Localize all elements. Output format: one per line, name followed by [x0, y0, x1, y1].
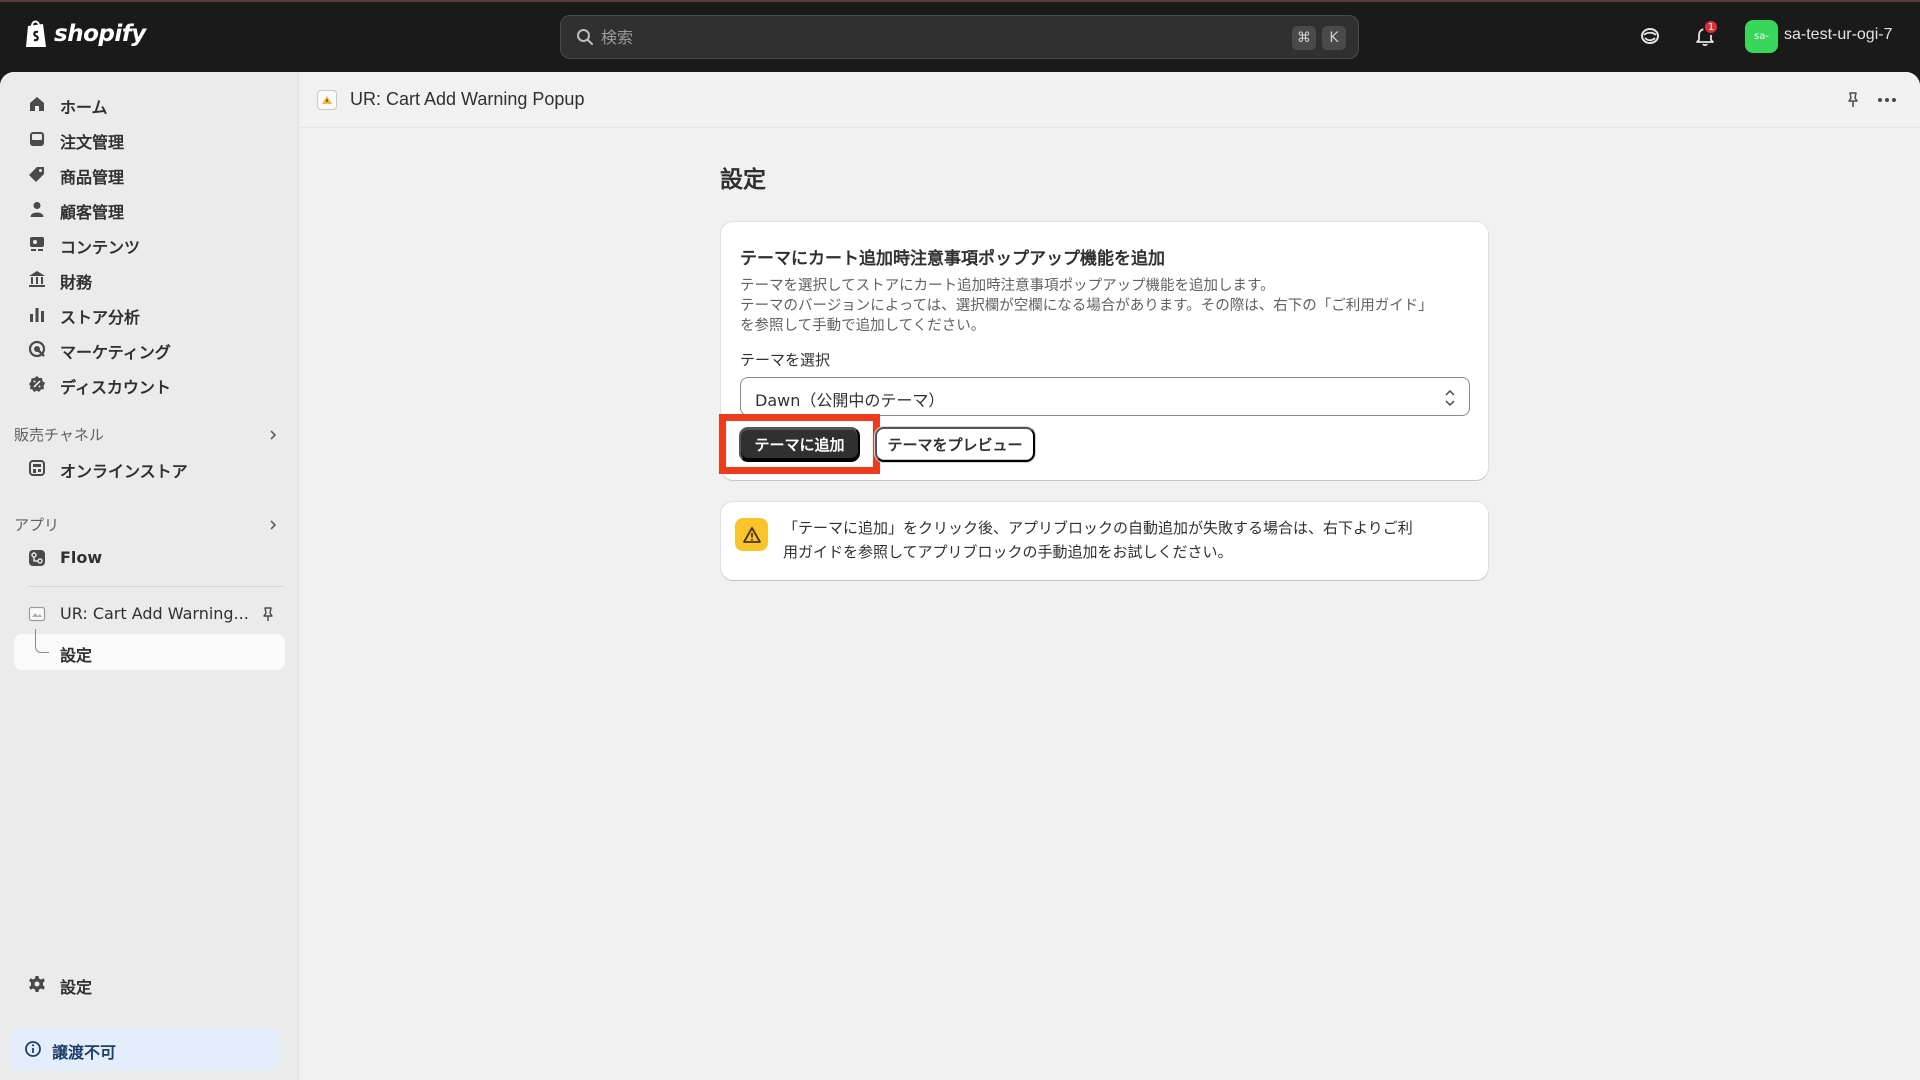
chevron-right-icon[interactable]	[266, 428, 280, 442]
flow-icon	[29, 550, 45, 566]
sidebar-item-flow[interactable]: Flow	[14, 541, 285, 575]
notification-badge: 1	[1703, 19, 1719, 35]
inbox-icon	[30, 132, 44, 146]
non-transferable-banner[interactable]: 譲渡不可	[10, 1027, 279, 1071]
sidebar-item-customers[interactable]: 顧客管理	[14, 192, 285, 226]
sidebar-item-content[interactable]: コンテンツ	[14, 227, 285, 261]
sidebar-item-finance[interactable]: 財務	[14, 262, 285, 296]
app-image-icon	[28, 606, 46, 622]
shortcut-cmd-key: ⌘	[1292, 26, 1316, 50]
footer-label: 譲渡不可	[52, 1043, 117, 1062]
sidekick-button[interactable]	[1636, 22, 1664, 50]
app-title: UR: Cart Add Warning Popup	[350, 89, 585, 109]
theme-select[interactable]: Dawn（公開中のテーマ）	[740, 377, 1470, 416]
sidebar-item-label: 設定	[60, 978, 93, 997]
chevron-right-icon[interactable]	[266, 518, 280, 532]
description-line: テーマを選択してストアにカート追加時注意事項ポップアップ機能を追加します。	[740, 278, 1275, 294]
sidebar: ホーム 注文管理 商品管理 顧客管理 コンテンツ 財務 ストア分析 マーケティン…	[0, 72, 299, 1080]
tag-icon	[29, 167, 44, 182]
sidebar-item-orders[interactable]: 注文管理	[14, 122, 285, 156]
main-content: UR: Cart Add Warning Popup 設定 テーマにカート追加時…	[300, 72, 1920, 1080]
sidebar-item-label: ディスカウント	[60, 378, 171, 397]
pin-icon[interactable]	[260, 606, 276, 622]
sidebar-item-label: 財務	[60, 273, 93, 292]
search-bar[interactable]: ⌘ K	[560, 15, 1359, 59]
sidebar-item-home[interactable]: ホーム	[14, 87, 285, 121]
notice-text: 「テーマに追加」をクリック後、アプリブロックの自動追加が失敗する場合は、右下より…	[783, 516, 1473, 564]
warning-icon	[742, 526, 761, 543]
page-title: 設定	[720, 167, 766, 193]
sidebar-item-discounts[interactable]: ディスカウント	[14, 367, 285, 401]
more-horizontal-icon	[1878, 98, 1896, 102]
warning-badge	[735, 518, 768, 551]
gear-icon	[29, 976, 45, 992]
add-to-theme-button[interactable]: テーマに追加	[739, 427, 860, 462]
notice-line: 用ガイドを参照してアプリブロックの手動追加をお試しください。	[783, 543, 1233, 561]
search-icon	[577, 29, 593, 45]
sidebar-item-analytics[interactable]: ストア分析	[14, 297, 285, 331]
apps-title[interactable]: アプリ	[14, 514, 59, 535]
notice-line: 「テーマに追加」をクリック後、アプリブロックの自動追加が失敗する場合は、右下より…	[783, 519, 1413, 537]
sidebar-item-label: UR: Cart Add Warning...	[60, 604, 249, 623]
top-bar: shopify ⌘ K 1 sa- sa-test-ur-ogi-7	[0, 0, 1920, 72]
store-name[interactable]: sa-test-ur-ogi-7	[1784, 26, 1892, 44]
sidebar-item-online-store[interactable]: オンラインストア	[14, 451, 285, 485]
sidebar-item-settings[interactable]: 設定	[14, 967, 285, 1001]
sidebar-item-products[interactable]: 商品管理	[14, 157, 285, 191]
bar-chart-icon	[30, 308, 44, 322]
bank-icon	[29, 271, 45, 287]
sidebar-item-label: ホーム	[60, 98, 108, 117]
sales-channels-title[interactable]: 販売チャネル	[14, 424, 104, 445]
sidebar-item-label: オンラインストア	[60, 462, 188, 481]
sidebar-item-label: コンテンツ	[60, 238, 141, 257]
person-icon	[30, 202, 44, 217]
sidebar-subitem-settings[interactable]: 設定	[14, 634, 285, 670]
sidebar-item-label: Flow	[60, 548, 103, 567]
theme-select-label: テーマを選択	[740, 351, 831, 369]
brand-name: shopify	[54, 21, 146, 47]
select-chevron-icon	[1445, 389, 1455, 407]
tree-branch-line	[35, 629, 49, 653]
sidebar-item-label: 顧客管理	[60, 203, 125, 222]
shortcut-k-key: K	[1322, 26, 1346, 50]
more-actions-button[interactable]	[1874, 87, 1900, 113]
app-header: UR: Cart Add Warning Popup	[300, 72, 1920, 128]
sidebar-divider	[28, 586, 284, 587]
home-icon	[30, 97, 44, 111]
description-line: テーマのバージョンによっては、選択欄が空欄になる場合があります。その際は、右下の…	[740, 298, 1433, 314]
sidebar-item-app[interactable]: UR: Cart Add Warning...	[14, 597, 285, 631]
sidebar-item-label: 商品管理	[60, 168, 125, 187]
top-edge	[0, 0, 1920, 2]
discount-icon	[29, 376, 45, 392]
storefront-icon	[29, 460, 45, 476]
app-image-icon	[317, 90, 337, 110]
target-icon	[28, 340, 46, 358]
sidebar-item-marketing[interactable]: マーケティング	[14, 332, 285, 366]
pin-button[interactable]	[1840, 87, 1866, 113]
description-line: を参照して手動で追加してください。	[740, 318, 986, 334]
shopify-logo[interactable]: shopify	[24, 18, 146, 50]
theme-select-value: Dawn（公開中のテーマ）	[755, 391, 945, 410]
search-input[interactable]	[601, 16, 1201, 58]
store-avatar[interactable]: sa-	[1745, 20, 1778, 53]
sidebar-subitem-label: 設定	[60, 646, 93, 665]
card-title: テーマにカート追加時注意事項ポップアップ機能を追加	[740, 249, 1165, 269]
content-icon	[30, 237, 44, 251]
shopify-bag-icon	[26, 20, 46, 47]
sidebar-item-label: ストア分析	[60, 308, 141, 327]
info-icon	[25, 1041, 41, 1057]
sidebar-item-label: マーケティング	[60, 343, 171, 362]
sidebar-item-label: 注文管理	[60, 133, 125, 152]
notice-card: 「テーマに追加」をクリック後、アプリブロックの自動追加が失敗する場合は、右下より…	[721, 502, 1488, 580]
pin-icon	[1848, 92, 1858, 107]
sidekick-icon	[1641, 28, 1659, 44]
admin-shell: ホーム 注文管理 商品管理 顧客管理 コンテンツ 財務 ストア分析 マーケティン…	[0, 72, 1920, 1080]
card-description: テーマを選択してストアにカート追加時注意事項ポップアップ機能を追加します。 テー…	[740, 276, 1470, 336]
preview-theme-button[interactable]: テーマをプレビュー	[875, 427, 1035, 462]
